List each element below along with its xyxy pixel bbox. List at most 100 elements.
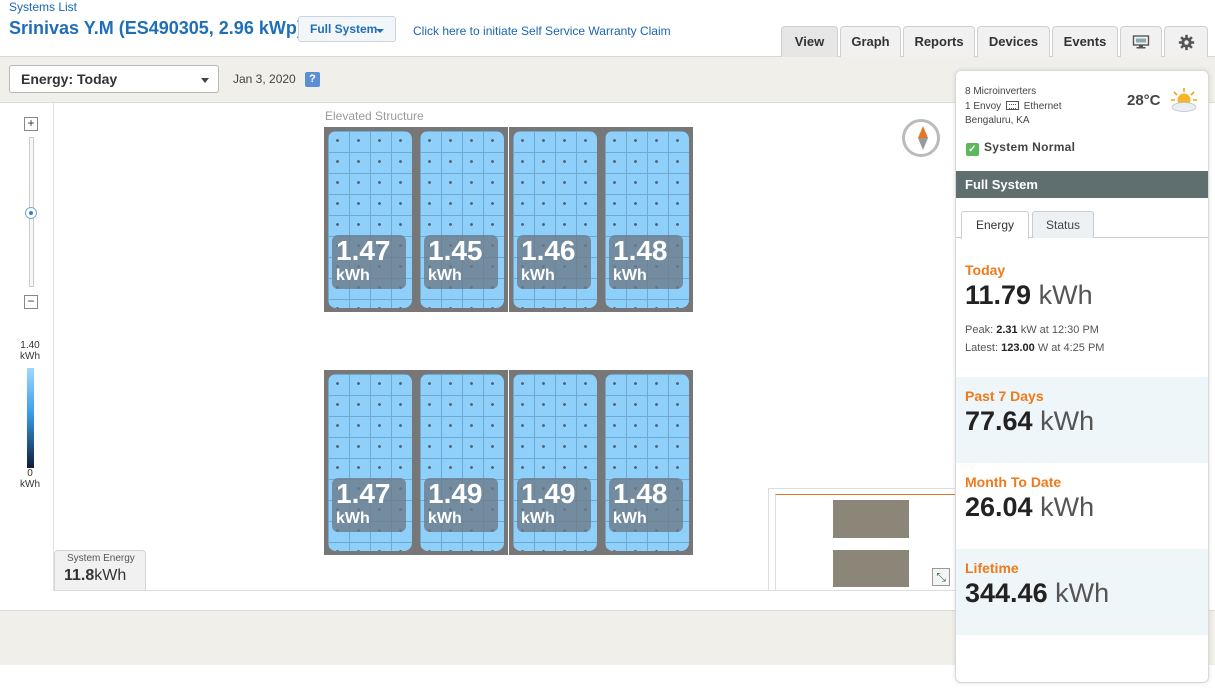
tab-view[interactable]: View: [781, 26, 838, 57]
solar-panel[interactable]: 1.47 kWh: [324, 127, 416, 312]
month-stat: Month To Date 26.04 kWh: [956, 463, 1208, 549]
check-icon: ✓: [966, 143, 979, 156]
minimap-viewport: [775, 494, 956, 591]
caret-down-icon: [376, 29, 384, 33]
past7-stat: Past 7 Days 77.64 kWh: [956, 377, 1208, 463]
expand-icon[interactable]: ⤡: [932, 568, 950, 586]
temperature: 28°C: [1127, 92, 1161, 109]
tab-monitor[interactable]: [1120, 26, 1162, 57]
energy-period-value: Energy: Today: [21, 71, 118, 87]
panel-energy-unit: kWh: [521, 267, 555, 284]
tab-energy[interactable]: Energy: [961, 211, 1029, 239]
latest-label: Latest:: [965, 342, 999, 354]
lifetime-value-row: 344.46 kWh: [965, 578, 1109, 609]
peak-label: Peak:: [965, 324, 994, 336]
compass-icon[interactable]: [902, 119, 940, 157]
panel-energy-unit: kWh: [428, 267, 462, 284]
energy-period-select[interactable]: Energy: Today: [9, 65, 219, 93]
panel-energy-value: 1.47: [336, 478, 391, 509]
caret-down-icon: [201, 78, 209, 83]
microinverter-count: 8 Microinverters: [965, 86, 1037, 97]
legend-max: 1.40 kWh: [16, 340, 44, 362]
panel-energy-unit: kWh: [521, 510, 555, 527]
panel-energy-value: 1.47: [336, 235, 391, 266]
minimap-array-bottom: [833, 550, 909, 587]
past7-label: Past 7 Days: [965, 388, 1044, 404]
latest-value: 123.00: [1001, 342, 1035, 354]
solar-panel[interactable]: 1.47 kWh: [324, 370, 416, 555]
panel-energy-unit: kWh: [336, 510, 370, 527]
panel-energy-value: 1.45: [428, 235, 483, 266]
zoom-in-button[interactable]: +: [24, 117, 38, 131]
past7-unit: kWh: [1040, 406, 1095, 436]
system-energy-label: System Energy: [67, 553, 135, 564]
connection-type: Ethernet: [1023, 100, 1062, 112]
panel-energy-value: 1.48: [613, 235, 668, 266]
peak-rest: kW at 12:30 PM: [1020, 324, 1099, 336]
full-system-dropdown[interactable]: Full System: [298, 16, 396, 42]
month-value: 26.04: [965, 492, 1033, 522]
top-header: Systems List Srinivas Y.M (ES490305, 2.9…: [0, 0, 1215, 57]
status-text: System Normal: [984, 140, 1076, 154]
panel-energy-unit: kWh: [613, 510, 647, 527]
full-system-label: Full System: [310, 22, 378, 36]
systems-list-link[interactable]: Systems List: [9, 0, 77, 14]
array-label: Elevated Structure: [325, 109, 424, 123]
solar-panel[interactable]: 1.46 kWh: [509, 127, 601, 312]
month-unit: kWh: [1040, 492, 1095, 522]
system-energy-unit: kWh: [94, 567, 127, 584]
solar-panel[interactable]: 1.49 kWh: [416, 370, 508, 555]
legend-max-unit: kWh: [20, 351, 40, 362]
latest-line: Latest: 123.00 W at 4:25 PM: [965, 342, 1104, 354]
minimap[interactable]: ⤡: [768, 488, 956, 591]
today-unit: kWh: [1038, 280, 1093, 310]
lifetime-unit: kWh: [1055, 578, 1110, 608]
tab-reports[interactable]: Reports: [903, 26, 975, 57]
system-energy-box: System Energy 11.8kWh: [54, 550, 146, 590]
solar-panel[interactable]: 1.45 kWh: [416, 127, 508, 312]
gear-icon: [1178, 34, 1194, 51]
ethernet-icon: [1005, 100, 1019, 110]
section-header: Full System: [956, 171, 1208, 198]
panel-energy-unit: kWh: [613, 267, 647, 284]
tab-events[interactable]: Events: [1052, 26, 1118, 57]
panel-energy-value: 1.49: [428, 478, 483, 509]
today-value-row: 11.79 kWh: [965, 280, 1093, 311]
today-stat: Today 11.79 kWh Peak: 2.31 kW at 12:30 P…: [956, 251, 1208, 377]
help-icon[interactable]: ?: [305, 72, 320, 87]
system-info: 8 Microinverters 1 Envoy Ethernet Bengal…: [965, 85, 1062, 129]
side-tabs: Energy Status: [956, 198, 1208, 239]
location: Bengaluru, KA: [965, 115, 1030, 126]
today-label: Today: [965, 262, 1006, 278]
solar-panel[interactable]: 1.49 kWh: [509, 370, 601, 555]
system-summary-panel: 8 Microinverters 1 Envoy Ethernet Bengal…: [955, 70, 1209, 683]
system-title: Srinivas Y.M (ES490305, 2.96 kWp): [9, 18, 303, 38]
monitor-icon: [1132, 35, 1150, 49]
envoy-count: 1 Envoy: [965, 100, 1002, 112]
zoom-slider-handle[interactable]: [25, 207, 37, 219]
tab-status[interactable]: Status: [1032, 211, 1094, 238]
envoy-info: 1 Envoy Ethernet: [965, 100, 1062, 115]
partly-cloudy-icon: [1171, 88, 1197, 112]
warranty-claim-link[interactable]: Click here to initiate Self Service Warr…: [413, 24, 671, 38]
lifetime-stat: Lifetime 344.46 kWh: [956, 549, 1208, 635]
zoom-out-button[interactable]: −: [24, 295, 38, 309]
legend-color-bar: [27, 368, 34, 468]
lifetime-value: 344.46: [965, 578, 1048, 608]
panel-energy-unit: kWh: [336, 267, 370, 284]
minimap-array-top: [833, 500, 909, 538]
date-label: Jan 3, 2020: [233, 72, 296, 86]
tab-devices[interactable]: Devices: [977, 26, 1050, 57]
month-value-row: 26.04 kWh: [965, 492, 1094, 523]
tab-settings[interactable]: [1164, 26, 1208, 57]
solar-panel[interactable]: 1.48 kWh: [601, 127, 693, 312]
lifetime-label: Lifetime: [965, 560, 1019, 576]
today-value: 11.79: [965, 280, 1032, 310]
system-energy-number: 11.8: [64, 567, 95, 584]
tab-graph[interactable]: Graph: [840, 26, 901, 57]
legend-max-value: 1.40: [20, 340, 40, 351]
panel-energy-unit: kWh: [428, 510, 462, 527]
system-energy-value: 11.8kWh: [64, 567, 126, 585]
solar-panel[interactable]: 1.48 kWh: [601, 370, 693, 555]
panel-energy-value: 1.46: [521, 235, 576, 266]
